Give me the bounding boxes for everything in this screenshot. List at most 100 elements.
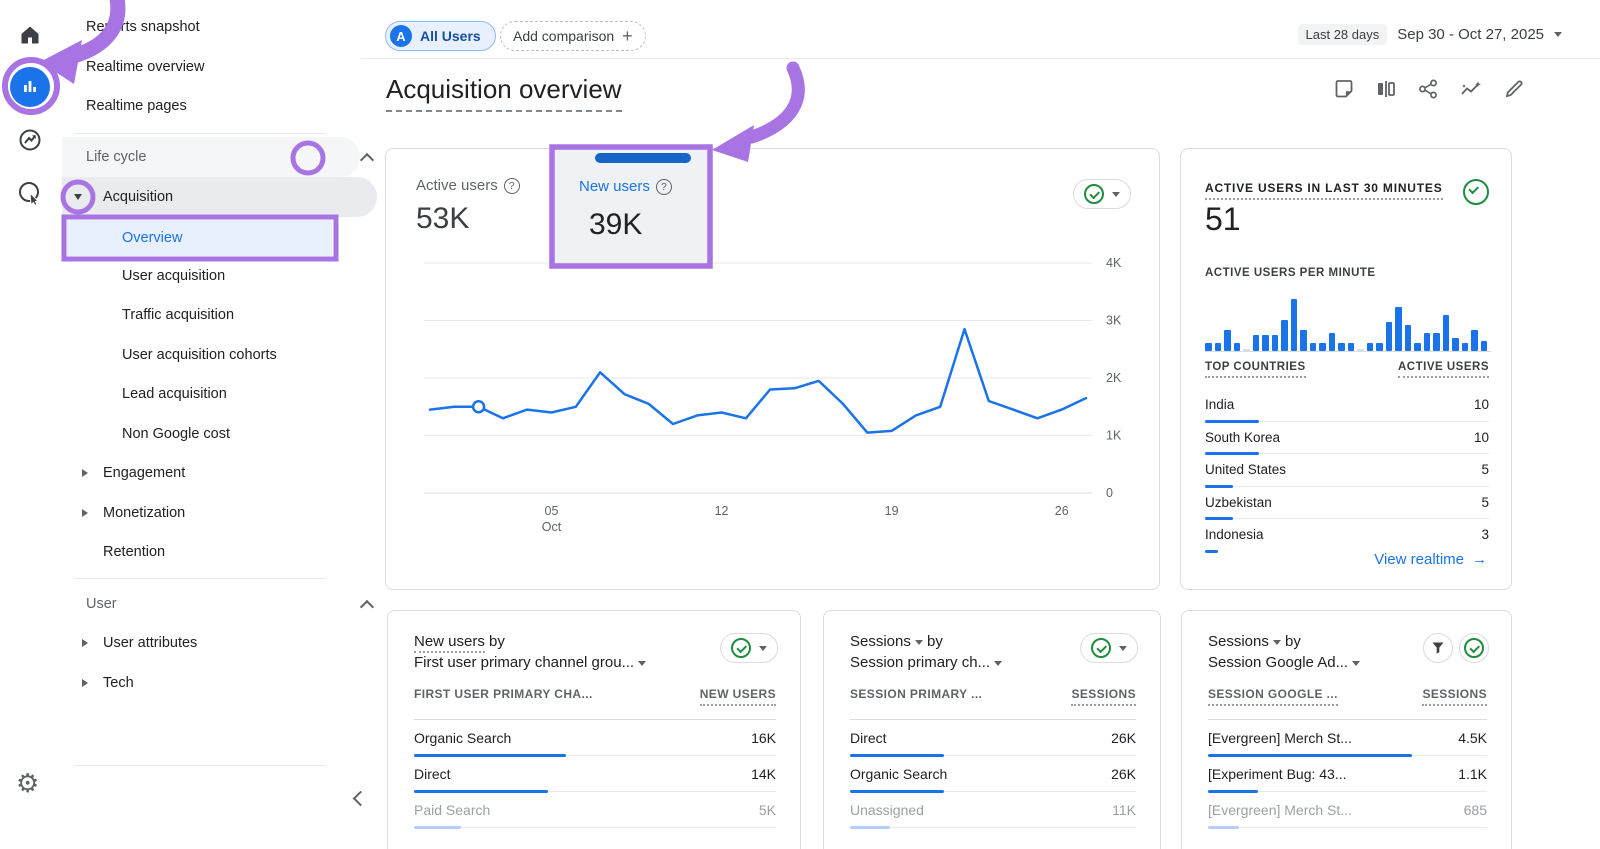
data-quality-button[interactable] <box>1459 633 1489 663</box>
card-metric-dropdown[interactable]: Sessions by <box>850 631 1002 652</box>
minute-bar <box>1452 338 1459 351</box>
advertising-icon[interactable] <box>17 180 43 206</box>
sidebar-item-retention[interactable]: Retention <box>62 532 377 572</box>
active-users-metric-tab[interactable]: Active users ? 53K <box>416 177 520 236</box>
all-users-segment-chip[interactable]: A All Users <box>385 21 496 51</box>
explore-icon[interactable] <box>17 127 43 153</box>
active-users-per-minute-chart <box>1205 295 1491 352</box>
table-row: Direct26K <box>850 720 1136 756</box>
country-bar <box>1205 550 1218 553</box>
collapse-chevron-icon[interactable] <box>360 153 374 167</box>
svg-text:3K: 3K <box>1106 314 1122 328</box>
sidebar-item-tech[interactable]: Tech <box>62 663 377 703</box>
minute-bar <box>1329 333 1336 351</box>
table-row: [Evergreen] Merch St...4.5K <box>1208 720 1487 756</box>
expand-triangle-icon[interactable] <box>82 509 88 517</box>
reports-icon[interactable] <box>10 67 50 107</box>
sidebar-divider <box>75 133 325 134</box>
sidebar-collapse-button[interactable] <box>355 791 366 809</box>
column-header[interactable]: SESSIONS <box>1071 687 1136 706</box>
expand-triangle-icon[interactable] <box>82 639 88 647</box>
table-row: South Korea10 <box>1205 422 1489 455</box>
header-actions <box>1333 78 1525 100</box>
chevron-down-icon <box>1352 661 1360 666</box>
minute-bar <box>1300 330 1307 351</box>
feedback-note-icon[interactable] <box>1333 78 1355 100</box>
view-realtime-link[interactable]: View realtime → <box>1374 551 1487 568</box>
column-header[interactable]: NEW USERS <box>700 687 776 706</box>
sidebar-item-traffic-acquisition[interactable]: Traffic acquisition <box>62 295 396 335</box>
card-dimension-dropdown[interactable]: First user primary channel grou... <box>414 652 646 673</box>
new-users-metric-tab[interactable]: New users ? 39K <box>553 148 711 266</box>
sidebar-item-user-acquisition[interactable]: User acquisition <box>62 256 396 296</box>
share-icon[interactable] <box>1417 78 1439 100</box>
date-preset-chip: Last 28 days <box>1298 24 1388 45</box>
per-minute-label: ACTIVE USERS PER MINUTE <box>1205 267 1376 279</box>
expand-triangle-icon[interactable] <box>82 679 88 687</box>
table-row: Unassigned11K <box>850 792 1136 828</box>
sidebar-item-user-attributes[interactable]: User attributes <box>62 623 377 663</box>
help-icon[interactable]: ? <box>504 178 520 194</box>
check-circle-icon[interactable] <box>1463 179 1489 205</box>
minute-bar <box>1243 349 1250 351</box>
top-countries-table: India10 South Korea10 United States5 Uzb… <box>1205 389 1489 551</box>
table-row: Organic Search26K <box>850 756 1136 792</box>
sidebar-item-engagement[interactable]: Engagement <box>62 453 377 493</box>
help-icon[interactable]: ? <box>656 179 672 195</box>
table-row: Direct14K <box>414 756 776 792</box>
sidebar-item-lead-acquisition[interactable]: Lead acquisition <box>62 374 396 414</box>
admin-gear-icon[interactable]: ⚙ <box>16 770 39 796</box>
check-circle-icon <box>1084 184 1104 204</box>
column-header[interactable]: SESSIONS <box>1422 687 1487 706</box>
data-quality-dropdown[interactable] <box>1080 633 1138 663</box>
date-range-selector[interactable]: Last 28 days Sep 30 - Oct 27, 2025 <box>1298 24 1562 45</box>
edit-pencil-icon[interactable] <box>1503 78 1525 100</box>
data-quality-dropdown[interactable] <box>1073 179 1131 209</box>
card-dimension-dropdown[interactable]: Session primary ch... <box>850 652 1002 673</box>
page-title: Acquisition overview <box>386 74 622 112</box>
svg-text:Oct: Oct <box>542 520 562 534</box>
svg-text:4K: 4K <box>1106 256 1122 270</box>
chevron-down-icon <box>915 640 923 645</box>
minute-bar <box>1272 335 1279 351</box>
value-bar <box>414 826 461 829</box>
table-row: Indonesia3 <box>1205 519 1489 551</box>
sidebar-item-user-acquisition-cohorts[interactable]: User acquisition cohorts <box>62 335 396 375</box>
date-range-text: Sep 30 - Oct 27, 2025 <box>1397 26 1544 43</box>
realtime-active-users: 51 <box>1205 201 1241 238</box>
comparison-icon[interactable] <box>1375 78 1397 100</box>
sidebar-item-acquisition[interactable]: Acquisition <box>62 177 377 217</box>
expand-triangle-icon[interactable] <box>74 194 82 200</box>
svg-text:05: 05 <box>545 504 559 518</box>
minute-bar <box>1215 343 1222 351</box>
table-row: Uzbekistan5 <box>1205 487 1489 520</box>
home-icon[interactable] <box>17 22 43 48</box>
minute-bar <box>1424 333 1431 351</box>
insights-icon[interactable] <box>1459 78 1483 100</box>
sidebar-item-non-google-cost[interactable]: Non Google cost <box>62 414 396 454</box>
table-row: [Experiment Bug: 43...1.1K <box>1208 756 1487 792</box>
header-divider <box>362 58 1600 59</box>
add-comparison-button[interactable]: Add comparison + <box>500 21 646 51</box>
realtime-card: ACTIVE USERS IN LAST 30 MINUTES 51 ACTIV… <box>1180 148 1512 590</box>
minute-bar <box>1262 335 1269 351</box>
new-users-by-channel-card: New users by First user primary channel … <box>387 610 801 849</box>
value-bar <box>1208 826 1239 829</box>
minute-bar <box>1281 320 1288 351</box>
data-quality-dropdown[interactable] <box>720 633 778 663</box>
card-dimension-dropdown[interactable]: Session Google Ad... <box>1208 652 1360 673</box>
expand-triangle-icon[interactable] <box>82 469 88 477</box>
card-metric-dropdown[interactable]: Sessions by <box>1208 631 1360 652</box>
collapse-chevron-icon[interactable] <box>360 600 374 614</box>
column-header[interactable]: SESSION GOOGLE ... <box>1208 687 1338 706</box>
sidebar-item-realtime-overview[interactable]: Realtime overview <box>62 47 360 87</box>
sidebar-item-overview-selected[interactable]: Overview <box>67 220 332 256</box>
table-row: United States5 <box>1205 454 1489 487</box>
filter-button[interactable] <box>1423 633 1453 663</box>
realtime-title: ACTIVE USERS IN LAST 30 MINUTES <box>1205 181 1443 200</box>
minute-bar <box>1471 330 1478 351</box>
column-header: SESSION PRIMARY ... <box>850 687 982 706</box>
sidebar-item-realtime-pages[interactable]: Realtime pages <box>62 86 360 126</box>
sidebar-item-monetization[interactable]: Monetization <box>62 493 377 533</box>
sidebar-item-reports-snapshot[interactable]: Reports snapshot <box>62 7 360 47</box>
